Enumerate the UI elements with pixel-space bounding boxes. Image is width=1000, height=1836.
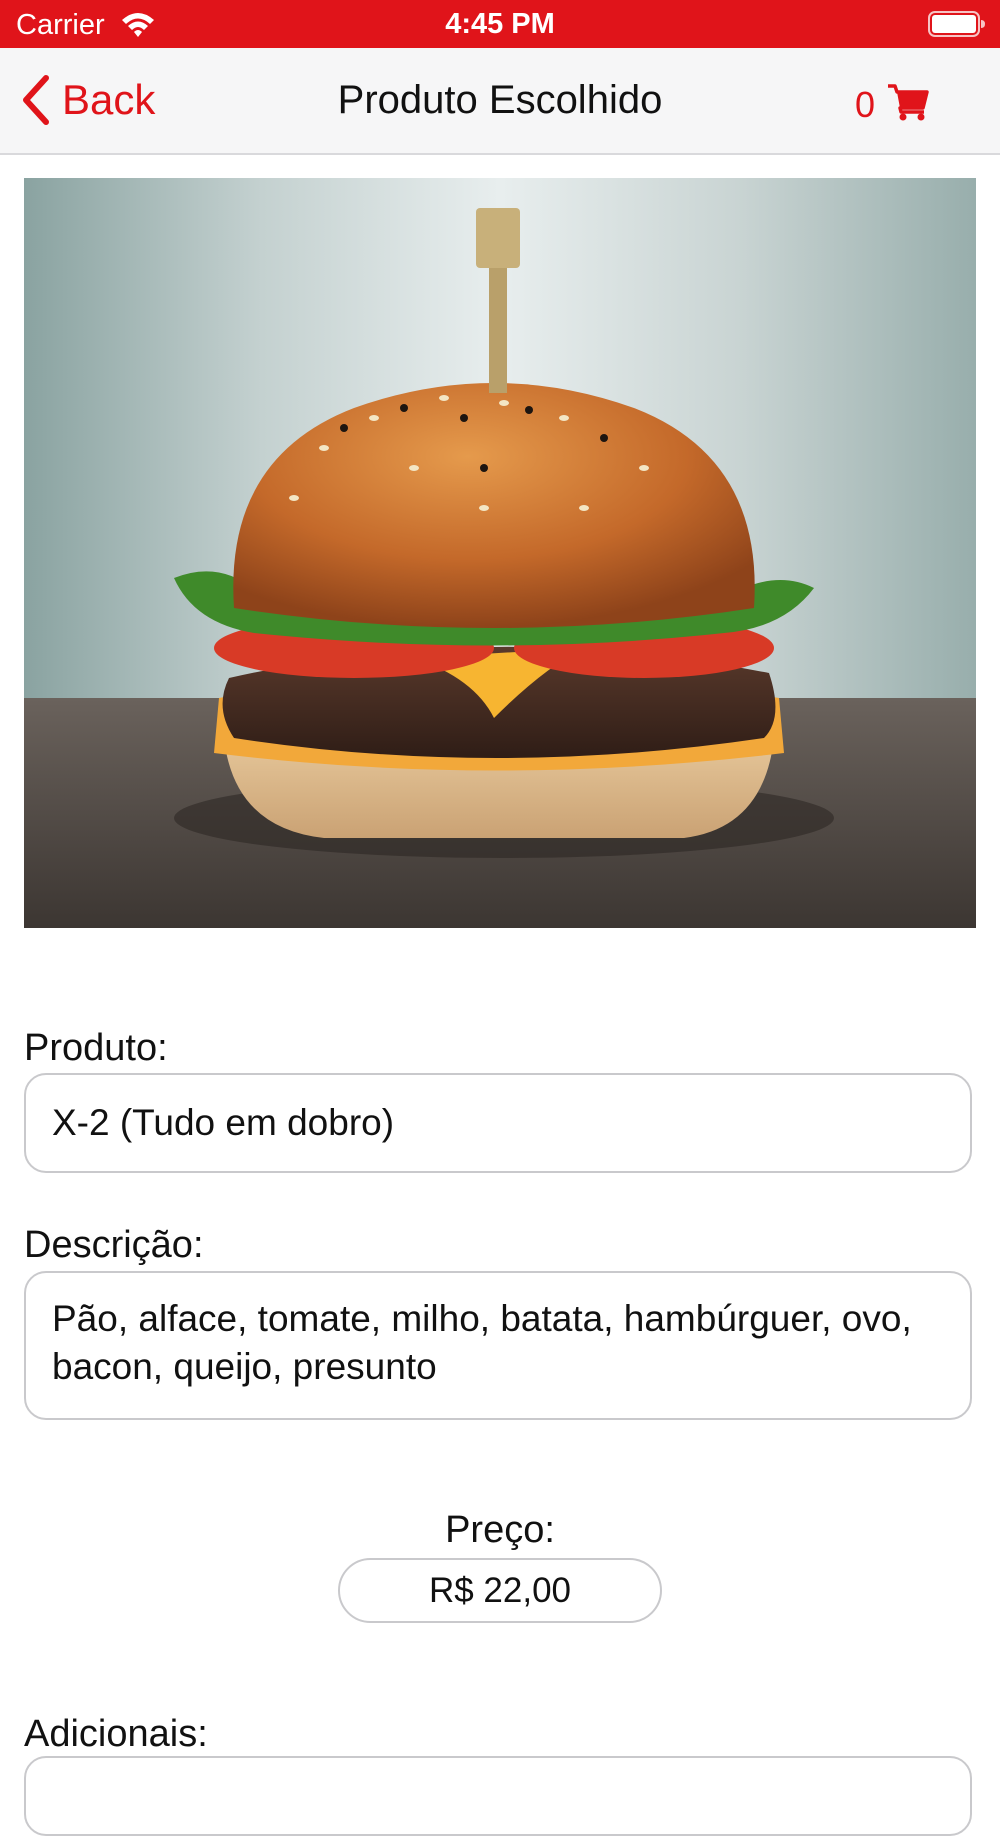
extras-label: Adicionais: <box>24 1713 208 1755</box>
price-label: Preço: <box>445 1509 555 1551</box>
cart-button[interactable]: 0 <box>855 76 929 128</box>
cart-count-badge: 0 <box>855 84 876 125</box>
product-name-label: Produto: <box>24 1027 168 1069</box>
status-bar: Carrier 4:45 PM <box>0 0 1000 48</box>
navigation-bar: Back Produto Escolhido 0 <box>0 48 1000 155</box>
extras-field[interactable] <box>24 1756 972 1836</box>
page-title: Produto Escolhido <box>337 78 663 122</box>
product-description-label: Descrição: <box>24 1224 204 1266</box>
cart-icon <box>888 84 929 121</box>
battery-icon <box>928 11 985 37</box>
product-name-field[interactable]: X-2 (Tudo em dobro) <box>24 1073 972 1173</box>
status-time: 4:45 PM <box>445 8 555 40</box>
product-image <box>24 178 976 928</box>
hamburger-photo <box>24 178 976 928</box>
product-description-field[interactable]: Pão, alface, tomate, milho, batata, hamb… <box>24 1271 972 1420</box>
price-field[interactable]: R$ 22,00 <box>338 1558 662 1623</box>
